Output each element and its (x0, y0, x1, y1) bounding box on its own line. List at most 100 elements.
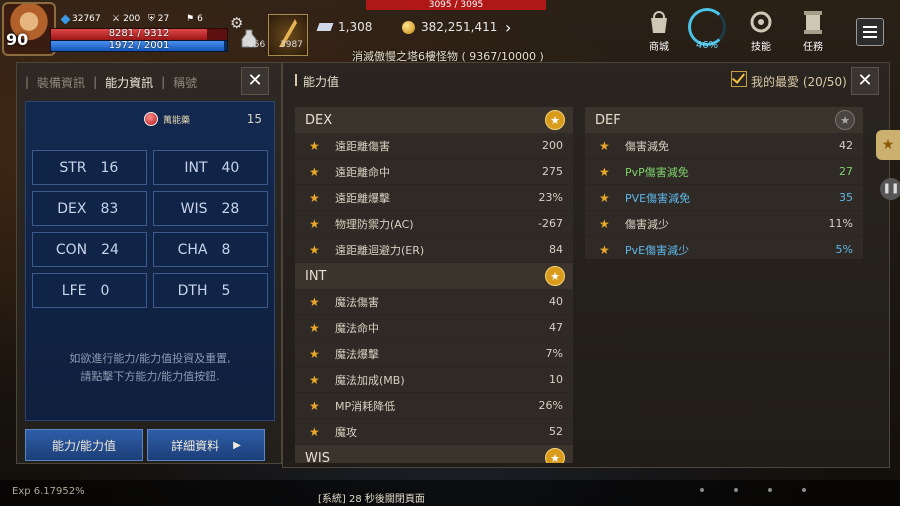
stat-name: PvE傷害減少 (625, 243, 690, 257)
attr-lfe: LFE 0 (32, 273, 147, 308)
stat-row[interactable]: ★ 傷害減免 42 (585, 133, 863, 159)
section-dex[interactable]: DEX ★ (295, 107, 573, 133)
star-favorite-icon[interactable]: ★ (545, 266, 565, 286)
stat-value: 275 (542, 165, 563, 178)
attr-cha: CHA 8 (153, 232, 268, 267)
star-favorite-icon[interactable]: ★ (309, 243, 335, 257)
section-def[interactable]: DEF ★ (585, 107, 863, 133)
stat-name: 傷害減少 (625, 217, 669, 231)
stat-name: 物理防禦力(AC) (335, 217, 414, 231)
gold-value: 382,251,411 (421, 20, 498, 34)
stat-row[interactable]: ★ 遠距離傷害 200 (295, 133, 573, 159)
stat-row[interactable]: ★ 魔法爆擊 7% (295, 341, 573, 367)
shop-bag-icon (645, 8, 673, 36)
panel-title: 能力值 (303, 75, 340, 89)
stat-name: 魔法加成(MB) (335, 373, 405, 387)
stat-row[interactable]: ★ MP消耗降低 26% (295, 393, 573, 419)
stats-column-left[interactable]: DEX ★ ★ 遠距離傷害 200 ★ 遠距離命中 275 ★ 遠距離爆擊 23% ★ 物理防禦力(… (295, 107, 573, 463)
star-favorite-icon[interactable]: ★ (309, 425, 335, 439)
star-favorite-icon[interactable]: ★ (599, 165, 625, 179)
stat-value: -267 (538, 217, 563, 230)
stat-name: 魔法命中 (335, 321, 379, 335)
ability-stats-button[interactable]: 能力/能力值 (25, 429, 143, 461)
star-favorite-icon[interactable]: ★ (309, 191, 335, 205)
star-favorite-off-icon[interactable]: ★ (835, 110, 855, 130)
diamond-icon (316, 23, 334, 31)
mp-text: 1972 / 2001 (108, 40, 170, 51)
title-accent-bar (295, 74, 297, 86)
right-close-button[interactable]: ✕ (851, 67, 879, 95)
star-favorite-icon[interactable]: ★ (599, 243, 625, 257)
quest-scroll-icon (799, 8, 827, 36)
stat-row[interactable]: ★ 魔法傷害 40 (295, 289, 573, 315)
quest-button[interactable]: 任務 (790, 8, 836, 53)
stat-name: 遠距離迴避力(ER) (335, 243, 425, 257)
section-int-title: INT (305, 268, 327, 284)
stat-row[interactable]: ★ 傷害減少 11% (585, 211, 863, 237)
diamond-value: 1,308 (338, 20, 373, 34)
star-favorite-icon[interactable]: ★ (309, 165, 335, 179)
tab-title[interactable]: 稱號 (165, 74, 205, 91)
star-favorite-icon[interactable]: ★ (309, 373, 335, 387)
stat-row[interactable]: ★ 物理防禦力(AC) -267 (295, 211, 573, 237)
side-star-tab-icon[interactable]: ★ (876, 130, 900, 160)
favorites-checkbox[interactable] (731, 71, 747, 87)
stat-name: 遠距離命中 (335, 165, 390, 179)
attr-dth: DTH 5 (153, 273, 268, 308)
star-favorite-icon[interactable]: ★ (599, 139, 625, 153)
stat-value: 10 (549, 373, 563, 386)
stat-value: 35 (839, 191, 853, 204)
tab-ability-info[interactable]: 能力資訊 (97, 74, 161, 91)
buff-value: 6 (197, 14, 203, 24)
attack-value: 200 (123, 14, 141, 24)
hamburger-menu-icon[interactable] (856, 18, 884, 46)
stat-row[interactable]: ★ 魔攻 52 (295, 419, 573, 445)
stat-row[interactable]: ★ 魔法加成(MB) 10 (295, 367, 573, 393)
attr-dex: DEX 83 (32, 191, 147, 226)
reset-hint: 如欲進行能力/能力值投資及重置, 請點擊下方能力/能力值按鈕. (69, 352, 231, 383)
attribute-box: 萬能藥 15 STR 16 INT 40 DEX 83 WIS 28 CON 24 CHA… (25, 101, 275, 421)
stat-value: 5% (835, 243, 853, 256)
star-favorite-icon[interactable]: ★ (599, 191, 625, 205)
bottom-bar (0, 480, 900, 506)
crystal-icon (60, 14, 71, 24)
attr-wis: WIS 28 (153, 191, 268, 226)
stat-row[interactable]: ★ PvP傷害減免 27 (585, 159, 863, 185)
favorites-label[interactable]: 我的最愛 (20/50) (751, 73, 847, 90)
stat-value: 11% (828, 217, 853, 230)
attr-con: CON 24 (32, 232, 147, 267)
page-dot (768, 488, 772, 492)
tab-equipment-info[interactable]: 裝備資訊 (29, 74, 93, 91)
stat-row[interactable]: ★ PVE傷害減免 35 (585, 185, 863, 211)
character-level: 90 (6, 30, 29, 49)
star-favorite-icon[interactable]: ★ (309, 217, 335, 231)
stat-row[interactable]: ★ PvE傷害減少 5% (585, 237, 863, 263)
star-favorite-icon[interactable]: ★ (545, 448, 565, 463)
skill-button[interactable]: 技能 (738, 8, 784, 53)
shop-button[interactable]: 商城 (636, 8, 682, 53)
star-favorite-icon[interactable]: ★ (309, 347, 335, 361)
stat-name: 魔攻 (335, 425, 357, 439)
ability-info-panel: | 裝備資訊 | 能力資訊 | 稱號 ✕ 萬能藥 15 STR 16 INT 40 … (16, 62, 282, 464)
left-close-button[interactable]: ✕ (241, 67, 269, 95)
star-favorite-icon[interactable]: ★ (309, 139, 335, 153)
gold-currency: 382,251,411 (402, 20, 497, 34)
section-wis[interactable]: WIS ★ (295, 445, 573, 463)
stat-row[interactable]: ★ 遠距離爆擊 23% (295, 185, 573, 211)
star-favorite-icon[interactable]: ★ (309, 399, 335, 413)
stat-row[interactable]: ★ 遠距離命中 275 (295, 159, 573, 185)
star-favorite-icon[interactable]: ★ (545, 110, 565, 130)
star-favorite-icon[interactable]: ★ (599, 217, 625, 231)
buff-chip: ⚑ 6 (186, 14, 203, 24)
system-message: [系統] 28 秒後關閉頁面 (318, 494, 425, 505)
section-int[interactable]: INT ★ (295, 263, 573, 289)
currency-expand-arrow-icon[interactable]: › (505, 18, 511, 37)
stat-row[interactable]: ★ 魔法命中 47 (295, 315, 573, 341)
star-favorite-icon[interactable]: ★ (309, 321, 335, 335)
details-button[interactable]: 詳細資料 ▶ (147, 429, 265, 461)
star-favorite-icon[interactable]: ★ (309, 295, 335, 309)
pause-icon[interactable]: ❚❚ (880, 178, 900, 200)
stat-row[interactable]: ★ 遠距離迴避力(ER) 84 (295, 237, 573, 263)
elixir-icon (144, 112, 158, 126)
stat-value: 23% (538, 191, 563, 204)
